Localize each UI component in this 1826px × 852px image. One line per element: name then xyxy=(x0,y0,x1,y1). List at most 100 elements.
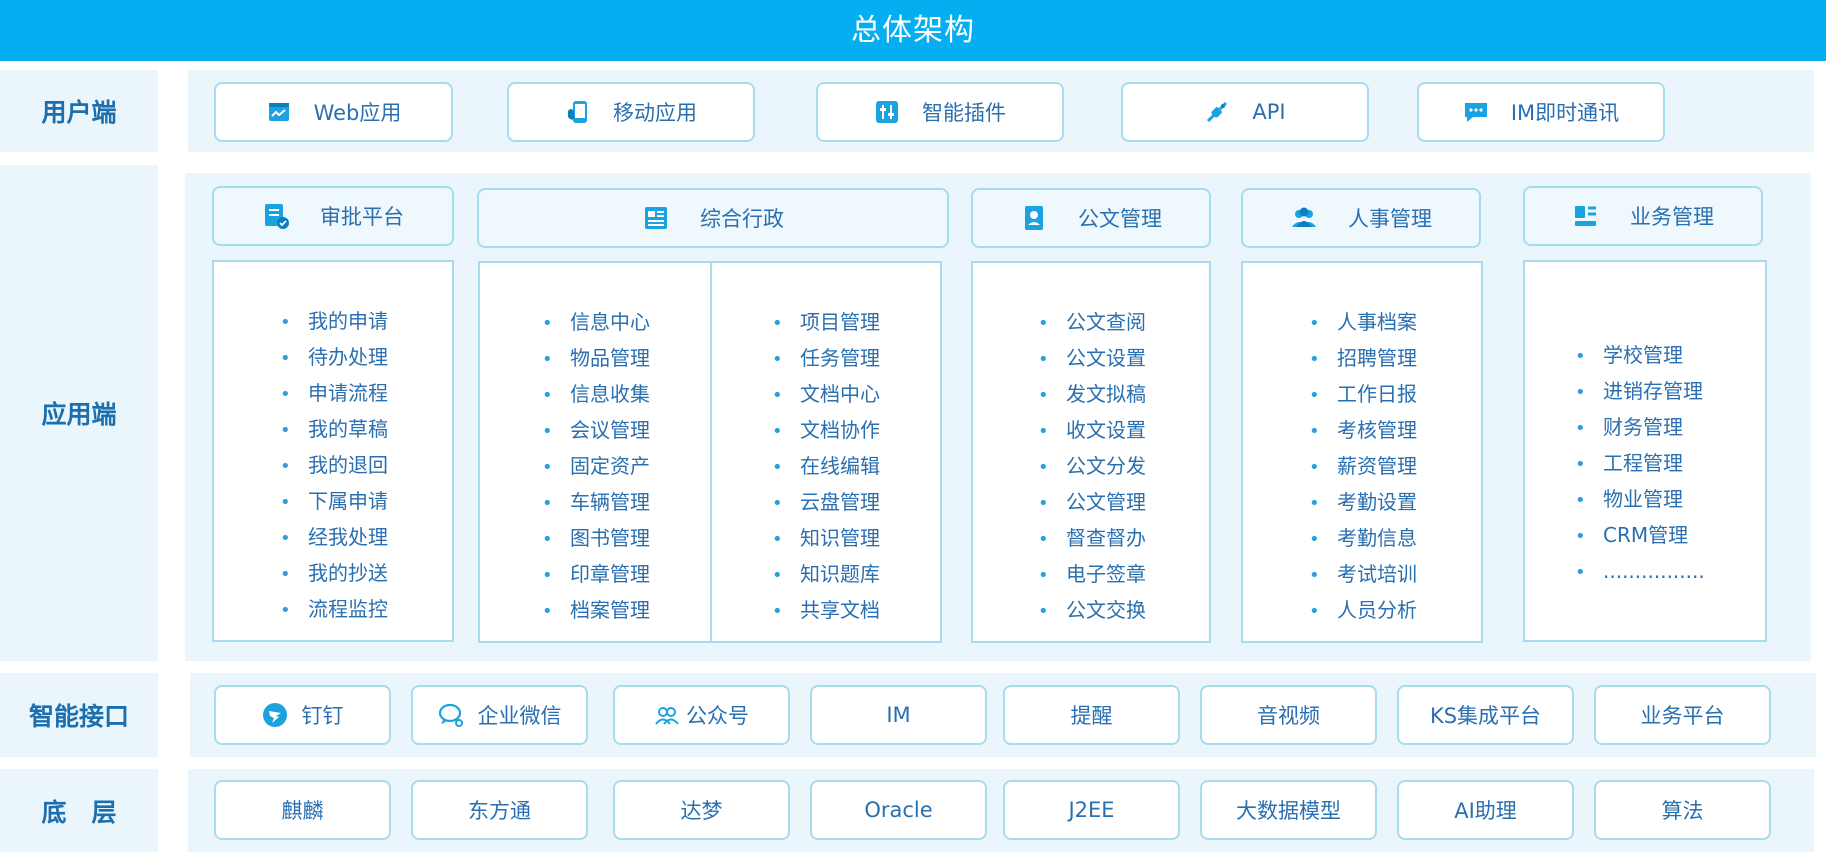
official-account-label: 公众号 xyxy=(686,704,749,728)
dingtalk-box[interactable]: 钉钉 xyxy=(214,685,391,745)
list-item[interactable]: 图书管理 xyxy=(542,521,650,557)
list-item[interactable]: 招聘管理 xyxy=(1309,341,1417,377)
approval-list: 我的申请 待办处理 申请流程 我的草稿 我的退回 下属申请 经我处理 我的抄送 … xyxy=(280,304,388,628)
base-item-label: 大数据模型 xyxy=(1236,799,1341,823)
list-item[interactable]: 我的草稿 xyxy=(280,412,388,448)
row-label-interface: 智能接口 xyxy=(0,673,158,757)
wecom-icon xyxy=(438,702,464,728)
list-item[interactable]: CRM管理 xyxy=(1575,518,1705,554)
list-item[interactable]: 在线编辑 xyxy=(772,449,880,485)
module-hr-panel: 人事档案 招聘管理 工作日报 考核管理 薪资管理 考勤设置 考勤信息 考试培训 … xyxy=(1241,261,1483,643)
list-item[interactable]: 任务管理 xyxy=(772,341,880,377)
module-admin-header[interactable]: 综合行政 xyxy=(477,188,949,248)
list-item[interactable]: 工程管理 xyxy=(1575,446,1705,482)
list-item[interactable]: 下属申请 xyxy=(280,484,388,520)
im-box[interactable]: IM即时通讯 xyxy=(1417,82,1665,142)
list-item[interactable]: 薪资管理 xyxy=(1309,449,1417,485)
list-item[interactable]: 文档中心 xyxy=(772,377,880,413)
base-item-oracle[interactable]: Oracle xyxy=(810,780,987,840)
list-item[interactable]: 电子签章 xyxy=(1038,557,1146,593)
list-item[interactable]: 物业管理 xyxy=(1575,482,1705,518)
base-item-bigdata[interactable]: 大数据模型 xyxy=(1200,780,1377,840)
ks-platform-box[interactable]: KS集成平台 xyxy=(1397,685,1574,745)
im-interface-label: IM xyxy=(886,703,911,727)
list-item[interactable]: 流程监控 xyxy=(280,592,388,628)
web-app-box[interactable]: Web应用 xyxy=(214,82,453,142)
mobile-app-box[interactable]: 移动应用 xyxy=(507,82,755,142)
list-item[interactable]: 经我处理 xyxy=(280,520,388,556)
list-item[interactable]: 知识管理 xyxy=(772,521,880,557)
list-item[interactable]: 发文拟稿 xyxy=(1038,377,1146,413)
list-item[interactable]: 公文交换 xyxy=(1038,593,1146,629)
list-item[interactable]: 我的抄送 xyxy=(280,556,388,592)
base-item-label: J2EE xyxy=(1068,798,1115,822)
list-item[interactable]: 物品管理 xyxy=(542,341,650,377)
list-item[interactable]: 待办处理 xyxy=(280,340,388,376)
list-item[interactable]: 公文查阅 xyxy=(1038,305,1146,341)
list-item[interactable]: 信息中心 xyxy=(542,305,650,341)
im-interface-box[interactable]: IM xyxy=(810,685,987,745)
wecom-label: 企业微信 xyxy=(477,704,562,728)
mobile-app-label: 移动应用 xyxy=(613,101,697,125)
official-account-box[interactable]: 公众号 xyxy=(613,685,790,745)
hr-list: 人事档案 招聘管理 工作日报 考核管理 薪资管理 考勤设置 考勤信息 考试培训 … xyxy=(1309,305,1417,629)
admin-news-icon xyxy=(642,204,670,232)
list-item[interactable]: 督查督办 xyxy=(1038,521,1146,557)
list-item[interactable]: 会议管理 xyxy=(542,413,650,449)
module-document-header[interactable]: 公文管理 xyxy=(971,188,1211,248)
list-item[interactable]: 印章管理 xyxy=(542,557,650,593)
list-item[interactable]: 公文设置 xyxy=(1038,341,1146,377)
admin-list-right: 项目管理 任务管理 文档中心 文档协作 在线编辑 云盘管理 知识管理 知识题库 … xyxy=(772,305,880,629)
list-item[interactable]: 信息收集 xyxy=(542,377,650,413)
admin-list-left: 信息中心 物品管理 信息收集 会议管理 固定资产 车辆管理 图书管理 印章管理 … xyxy=(542,305,650,629)
list-item[interactable]: 考试培训 xyxy=(1309,557,1417,593)
list-item[interactable]: 人员分析 xyxy=(1309,593,1417,629)
list-item[interactable]: 考勤设置 xyxy=(1309,485,1417,521)
api-box[interactable]: API xyxy=(1121,82,1369,142)
list-item[interactable]: 收文设置 xyxy=(1038,413,1146,449)
list-item[interactable]: 考勤信息 xyxy=(1309,521,1417,557)
document-badge-icon xyxy=(1020,204,1048,232)
list-item[interactable]: 共享文档 xyxy=(772,593,880,629)
base-item-dameng[interactable]: 达梦 xyxy=(613,780,790,840)
list-item[interactable]: 工作日报 xyxy=(1309,377,1417,413)
list-item[interactable]: 我的退回 xyxy=(280,448,388,484)
list-item[interactable]: 公文分发 xyxy=(1038,449,1146,485)
business-platform-box[interactable]: 业务平台 xyxy=(1594,685,1771,745)
list-item[interactable]: 考核管理 xyxy=(1309,413,1417,449)
plugin-label: 智能插件 xyxy=(922,101,1006,125)
module-approval-title: 审批平台 xyxy=(320,205,404,229)
list-item[interactable]: 申请流程 xyxy=(280,376,388,412)
list-item[interactable]: 进销存管理 xyxy=(1575,374,1705,410)
base-item-algorithm[interactable]: 算法 xyxy=(1594,780,1771,840)
list-item[interactable]: 知识题库 xyxy=(772,557,880,593)
reminder-box[interactable]: 提醒 xyxy=(1003,685,1180,745)
base-item-kylin[interactable]: 麒麟 xyxy=(214,780,391,840)
wecom-box[interactable]: 企业微信 xyxy=(411,685,588,745)
list-item[interactable]: 我的申请 xyxy=(280,304,388,340)
plugin-box[interactable]: 智能插件 xyxy=(816,82,1064,142)
list-item[interactable]: 财务管理 xyxy=(1575,410,1705,446)
list-item[interactable]: 人事档案 xyxy=(1309,305,1417,341)
row-label-base: 底 层 xyxy=(0,769,158,852)
list-item[interactable]: 项目管理 xyxy=(772,305,880,341)
list-item[interactable]: 固定资产 xyxy=(542,449,650,485)
module-approval-header[interactable]: 审批平台 xyxy=(212,186,454,246)
list-item[interactable]: 云盘管理 xyxy=(772,485,880,521)
list-item[interactable]: 学校管理 xyxy=(1575,338,1705,374)
base-item-tongtech[interactable]: 东方通 xyxy=(411,780,588,840)
base-item-label: 达梦 xyxy=(680,799,723,823)
module-business-header[interactable]: 业务管理 xyxy=(1523,186,1763,246)
list-item[interactable]: 车辆管理 xyxy=(542,485,650,521)
base-item-j2ee[interactable]: J2EE xyxy=(1003,780,1180,840)
list-item[interactable]: ................ xyxy=(1575,554,1705,590)
list-item[interactable]: 公文管理 xyxy=(1038,485,1146,521)
list-item[interactable]: 档案管理 xyxy=(542,593,650,629)
audio-video-box[interactable]: 音视频 xyxy=(1200,685,1377,745)
im-label: IM即时通讯 xyxy=(1510,101,1620,125)
base-item-ai-assistant[interactable]: AI助理 xyxy=(1397,780,1574,840)
list-item[interactable]: 文档协作 xyxy=(772,413,880,449)
reminder-label: 提醒 xyxy=(1070,704,1113,728)
module-business-panel: 学校管理 进销存管理 财务管理 工程管理 物业管理 CRM管理 ........… xyxy=(1523,260,1767,642)
module-hr-header[interactable]: 人事管理 xyxy=(1241,188,1481,248)
